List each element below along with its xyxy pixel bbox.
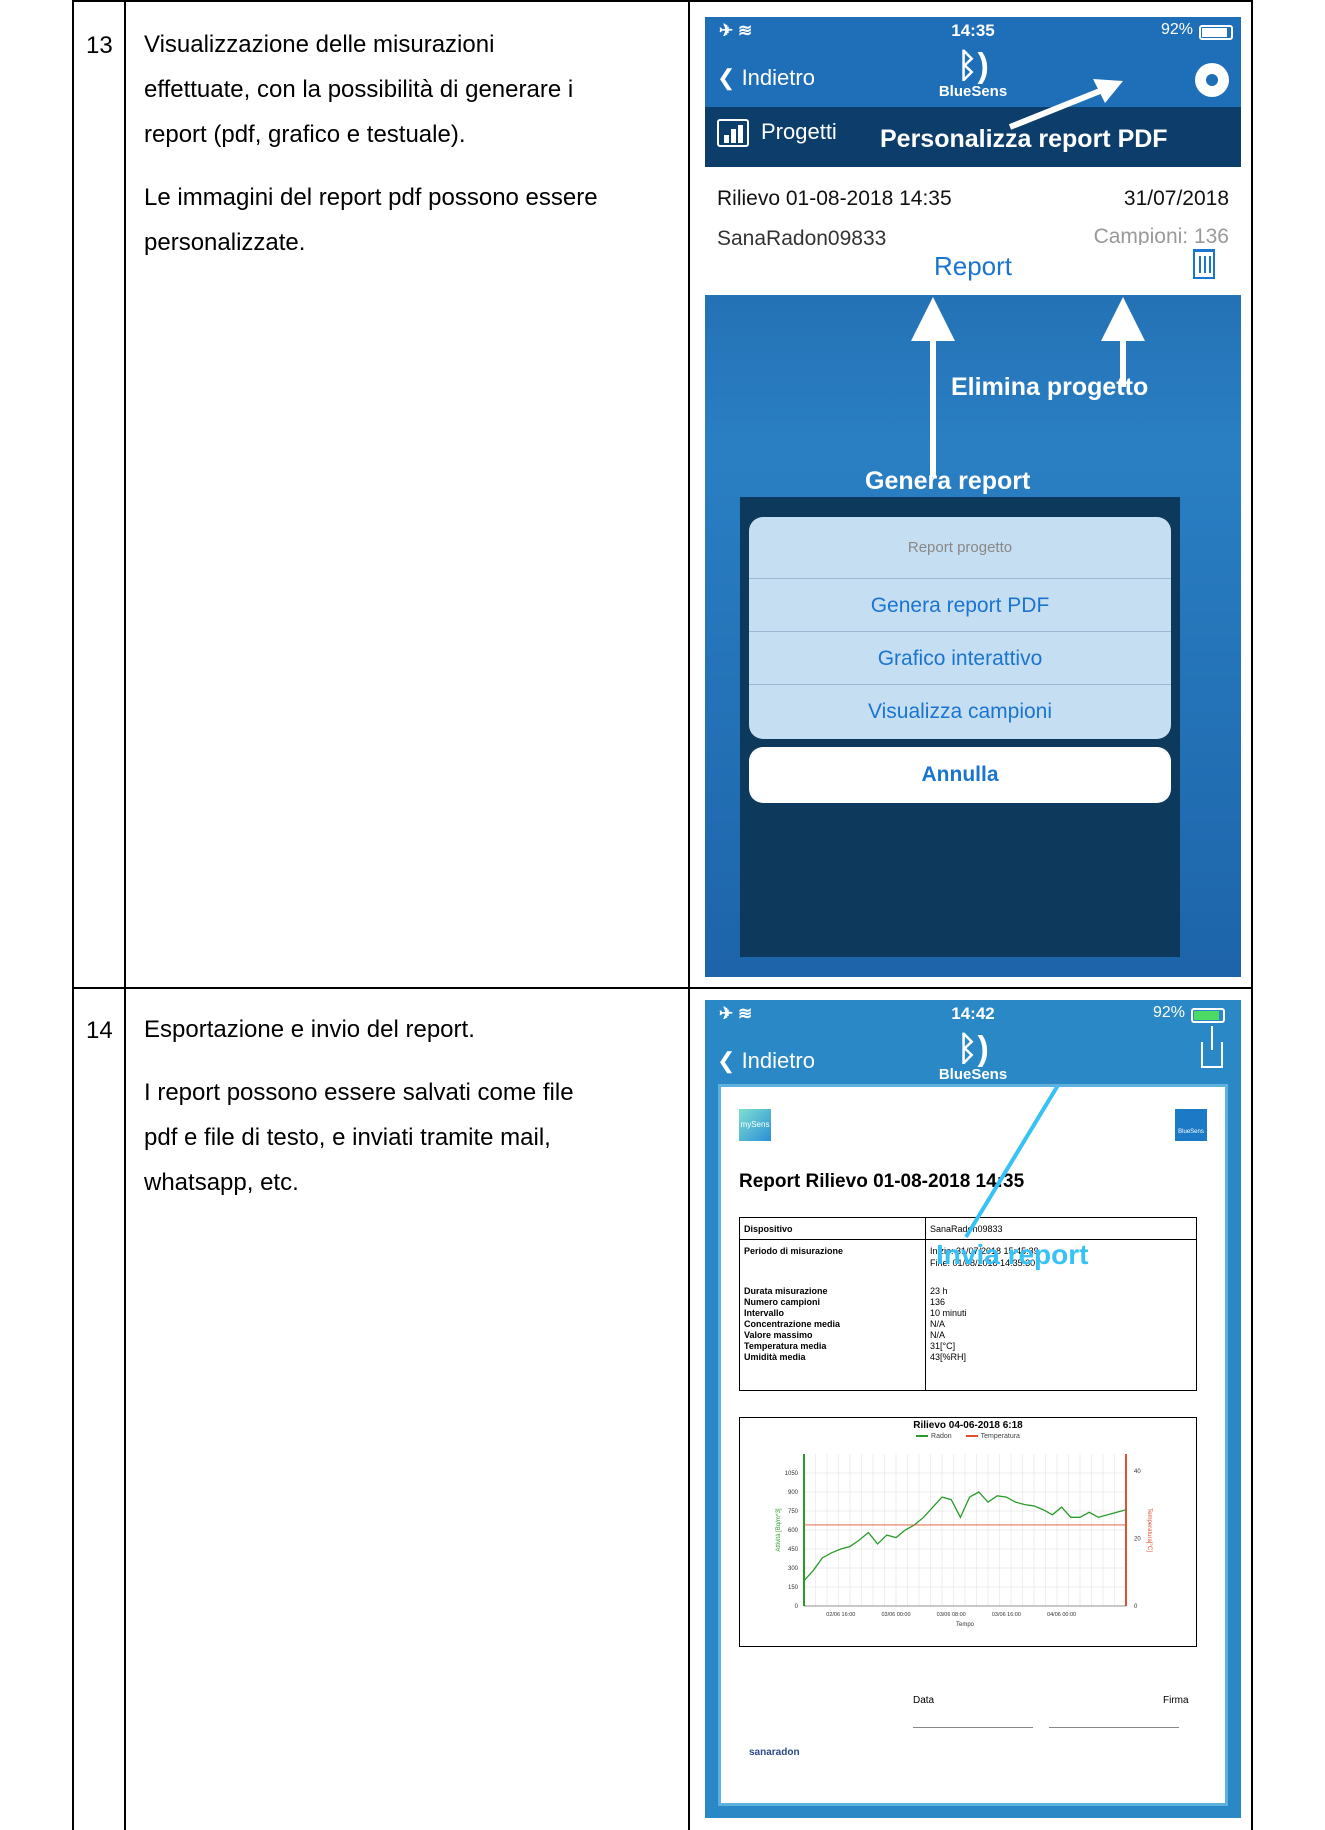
interactive-chart-option[interactable]: Grafico interattivo bbox=[749, 632, 1171, 685]
stat-value: 136 bbox=[930, 1297, 946, 1307]
x-tick-label: 02/06 16:00 bbox=[826, 1612, 855, 1618]
step-description: Esportazione e invio del report. I repor… bbox=[144, 1016, 574, 1196]
step-description: Visualizzazione delle misurazioni effett… bbox=[144, 31, 598, 256]
table-border-top bbox=[72, 0, 1253, 2]
table-border-left bbox=[72, 0, 74, 1830]
y-tick-label: 300 bbox=[788, 1566, 799, 1572]
share-icon[interactable] bbox=[1201, 1026, 1223, 1068]
report-button[interactable]: Report bbox=[705, 251, 1241, 282]
signature-sign-label: Firma bbox=[1163, 1695, 1189, 1706]
signature-date-line bbox=[913, 1727, 1033, 1728]
screenshot-project-detail: ✈ ≋ 14:35 92% ❮ Indietro ᛒ) BlueSens Pro… bbox=[705, 17, 1241, 977]
status-battery-text: 92% bbox=[1152, 1004, 1185, 1021]
legend-temperature: Temperatura bbox=[965, 1433, 1020, 1440]
view-samples-option[interactable]: Visualizza campioni bbox=[749, 685, 1171, 738]
annotation-arrow-gear bbox=[1008, 79, 1123, 130]
legend-radon: Radon bbox=[916, 1433, 952, 1440]
chart-container: Rilievo 04-06-2018 6:18 Radon Temperatur… bbox=[739, 1417, 1197, 1647]
y-tick-label: 0 bbox=[795, 1604, 799, 1610]
bluetooth-icon: ᛒ) bbox=[957, 1030, 989, 1068]
mysens-logo: mySens bbox=[739, 1109, 771, 1141]
x-tick-label: 03/06 16:00 bbox=[992, 1612, 1021, 1618]
table-row-divider bbox=[72, 987, 1253, 989]
stat-label: Intervallo bbox=[744, 1308, 785, 1318]
annotation-generate: Genera report bbox=[865, 467, 1031, 495]
bluesens-logo: BlueSens bbox=[1175, 1109, 1207, 1141]
generate-pdf-option[interactable]: Genera report PDF bbox=[749, 579, 1171, 632]
stat-label: Numero campioni bbox=[744, 1297, 821, 1307]
stat-label: Temperatura media bbox=[744, 1341, 827, 1351]
x-tick-label: 03/06 08:00 bbox=[937, 1612, 966, 1618]
report-row: Report bbox=[705, 245, 1241, 295]
info-row-device: Dispositivo SanaRadon09833 bbox=[740, 1218, 1196, 1240]
stat-value: 31[°C] bbox=[930, 1341, 956, 1351]
cancel-button[interactable]: Annulla bbox=[749, 747, 1171, 803]
arrow-up-icon bbox=[911, 297, 955, 341]
stat-value: 23 h bbox=[930, 1286, 948, 1296]
trash-icon[interactable] bbox=[1193, 249, 1215, 279]
stat-value: 43[%RH] bbox=[930, 1352, 967, 1362]
stat-label: Concentrazione media bbox=[744, 1319, 841, 1329]
stat-label: Umidità media bbox=[744, 1352, 806, 1362]
y-tick-label: 1050 bbox=[785, 1471, 799, 1477]
stat-label: Durata misurazione bbox=[744, 1286, 828, 1296]
table-border-right bbox=[1251, 0, 1253, 1830]
stat-value: 10 minuti bbox=[930, 1308, 967, 1318]
line-chart: 0 150 300 450 600 750 900 1050 0 20 40 02/06 16:00 0… bbox=[776, 1454, 1152, 1628]
chart-legend: Radon Temperatura bbox=[740, 1433, 1196, 1440]
step-number: 13 bbox=[86, 32, 113, 59]
screenshot-report-preview: ✈ ≋ 14:42 92% ❮ Indietro ᛒ) BlueSens myS… bbox=[705, 1000, 1241, 1818]
survey-date: 31/07/2018 bbox=[1123, 187, 1229, 210]
stat-value: N/A bbox=[930, 1330, 946, 1340]
table-divider-number bbox=[124, 0, 126, 1830]
y-tick-label: 600 bbox=[788, 1528, 799, 1534]
chart-title: Rilievo 04-06-2018 6:18 bbox=[913, 1420, 1023, 1431]
pdf-report-preview[interactable]: mySens BlueSens Report Rilievo 01-08-201… bbox=[718, 1084, 1228, 1806]
sanaradon-logo: sanaradon bbox=[749, 1747, 800, 1758]
action-sheet-title: Report progetto bbox=[749, 517, 1171, 579]
y2-tick-label: 20 bbox=[1134, 1536, 1141, 1542]
arrow-up-icon bbox=[1101, 297, 1145, 341]
y-tick-label: 450 bbox=[788, 1547, 799, 1553]
y-tick-label: 750 bbox=[788, 1509, 799, 1515]
signature-sign-line bbox=[1049, 1727, 1179, 1728]
table-divider-image bbox=[688, 0, 690, 1830]
step-number: 14 bbox=[86, 1017, 113, 1044]
stat-label: Valore massimo bbox=[744, 1330, 813, 1340]
y2-tick-label: 0 bbox=[1134, 1604, 1138, 1610]
annotation-delete: Elimina progetto bbox=[951, 373, 1149, 401]
battery-icon bbox=[1191, 1008, 1225, 1023]
x-axis-label: Tempo bbox=[956, 1622, 975, 1628]
stat-value: N/A bbox=[930, 1319, 946, 1329]
report-title: Report Rilievo 01-08-2018 14:35 bbox=[739, 1171, 1025, 1192]
action-sheet: Report progetto Genera report PDF Grafic… bbox=[749, 517, 1171, 739]
y-tick-label: 150 bbox=[788, 1585, 799, 1591]
survey-title: Rilievo 01-08-2018 14:35 bbox=[717, 187, 952, 210]
x-tick-label: 04/06 00:00 bbox=[1047, 1612, 1076, 1618]
annotation-send: Invia report bbox=[936, 1239, 1089, 1270]
app-logo: ᛒ) BlueSens bbox=[705, 1032, 1241, 1083]
arrow-shaft bbox=[930, 337, 936, 477]
y2-tick-label: 40 bbox=[1134, 1469, 1141, 1475]
y-tick-label: 900 bbox=[788, 1490, 799, 1496]
signature-date-label: Data bbox=[913, 1695, 935, 1706]
y2-axis-label: Temperatura[°C] bbox=[1146, 1508, 1152, 1552]
status-bar: ✈ ≋ 14:42 92% bbox=[705, 1000, 1241, 1026]
x-tick-label: 03/06 00:00 bbox=[881, 1612, 910, 1618]
y-axis-label: Attività [Bq/m^3] bbox=[776, 1508, 782, 1551]
